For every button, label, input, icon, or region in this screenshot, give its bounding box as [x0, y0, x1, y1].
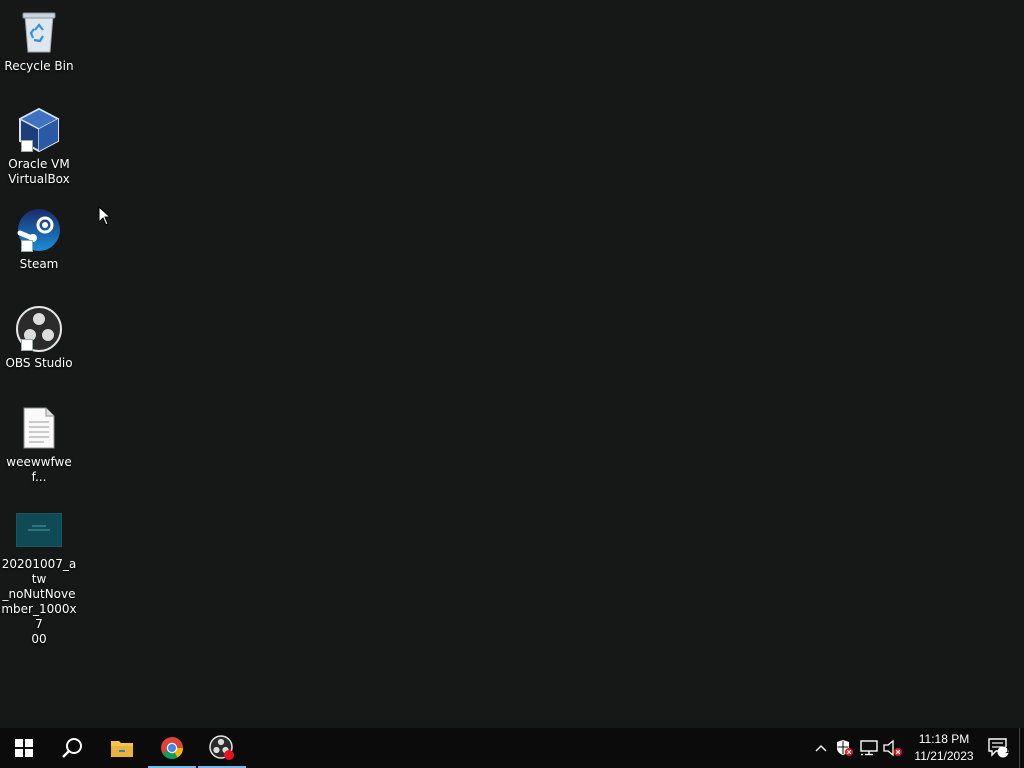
folder-icon: [111, 741, 133, 757]
mouse-cursor-icon: [98, 206, 112, 226]
taskbar: 11:18 PM 11/21/2023 1: [0, 728, 1024, 768]
search-icon: [62, 738, 82, 758]
system-tray: 11:18 PM 11/21/2023 1: [809, 728, 1024, 768]
obs-studio-icon: [15, 305, 63, 353]
shortcut-arrow-icon: [21, 339, 33, 351]
desktop-icon-image-file[interactable]: 20201007_atw _noNutNove mber_1000x7 00: [1, 506, 77, 647]
show-desktop-button[interactable]: [1019, 728, 1024, 768]
virtualbox-icon: [15, 106, 63, 154]
chrome-icon: [161, 737, 183, 759]
shortcut-arrow-icon: [21, 240, 33, 252]
network-tray-button[interactable]: [857, 728, 881, 768]
chevron-up-icon: [815, 745, 827, 752]
volume-muted-icon: [883, 739, 902, 757]
desktop-icon-label: 20201007_atw _noNutNove mber_1000x7 00: [1, 557, 77, 646]
desktop[interactable]: Recycle Bin Oracle VM VirtualBox Steam O…: [0, 0, 1024, 728]
desktop-icon-text-file[interactable]: weewwfwef...: [1, 404, 77, 485]
clock-time: 11:18 PM: [918, 732, 970, 746]
network-icon: [860, 740, 878, 756]
obs-recording-icon: [209, 735, 235, 761]
taskbar-clock[interactable]: 11:18 PM 11/21/2023: [909, 728, 979, 768]
chrome-button[interactable]: [148, 728, 196, 768]
steam-icon: [15, 206, 63, 254]
desktop-icon-label: Recycle Bin: [4, 59, 74, 73]
volume-tray-button[interactable]: [881, 728, 905, 768]
obs-studio-taskbar-button[interactable]: [198, 728, 246, 768]
desktop-icon-virtualbox[interactable]: Oracle VM VirtualBox: [1, 106, 77, 187]
file-explorer-button[interactable]: [98, 728, 146, 768]
notification-count-badge: 1: [1005, 745, 1011, 755]
show-hidden-icons-button[interactable]: [809, 728, 833, 768]
desktop-icon-recycle-bin[interactable]: Recycle Bin: [1, 8, 77, 74]
security-tray-button[interactable]: [833, 728, 857, 768]
image-file-icon: [15, 506, 63, 554]
shortcut-arrow-icon: [21, 140, 33, 152]
shield-warning-icon: [837, 740, 853, 756]
desktop-icon-label: Oracle VM VirtualBox: [8, 157, 70, 186]
clock-date: 11/21/2023: [914, 749, 974, 763]
text-file-icon: [15, 404, 63, 452]
recycle-bin-icon: [15, 8, 63, 56]
desktop-icon-label: Steam: [19, 257, 59, 271]
action-center-button[interactable]: 1: [979, 728, 1019, 768]
windows-start-icon: [15, 739, 33, 757]
desktop-icon-steam[interactable]: Steam: [1, 206, 77, 272]
desktop-icon-label: weewwfwef...: [6, 455, 72, 484]
desktop-icon-label: OBS Studio: [5, 356, 73, 370]
desktop-icon-obs-studio[interactable]: OBS Studio: [1, 305, 77, 371]
search-button[interactable]: [48, 728, 96, 768]
start-button[interactable]: [0, 728, 48, 768]
